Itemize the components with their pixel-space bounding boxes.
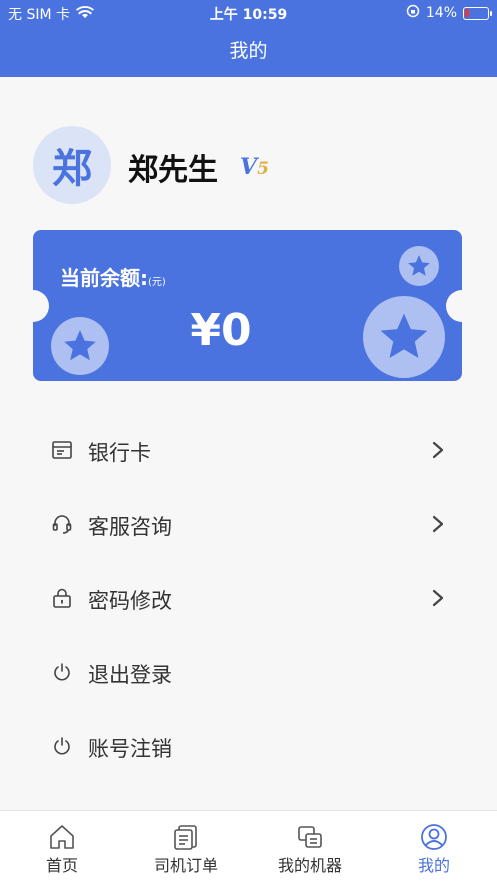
tab-driver-orders[interactable]: 司机订单	[124, 811, 248, 883]
star-icon	[363, 296, 445, 378]
user-icon	[420, 823, 448, 851]
card-notch-right	[446, 290, 462, 322]
tab-home[interactable]: 首页	[0, 811, 124, 883]
menu-item-label: 账号注销	[88, 737, 172, 761]
orientation-lock-icon	[406, 4, 420, 22]
chevron-right-icon	[432, 441, 444, 459]
tab-label: 首页	[45, 856, 78, 875]
menu-item-customer-service[interactable]: 客服咨询	[0, 487, 497, 561]
balance-label: 当前余额:(元)	[60, 266, 166, 290]
avatar[interactable]: 郑	[33, 126, 111, 204]
power-icon	[51, 735, 73, 757]
chevron-right-icon	[432, 515, 444, 533]
page-title: 我的	[229, 40, 268, 62]
vip-badge: V5	[240, 154, 269, 180]
battery-icon	[463, 6, 492, 20]
user-name: 郑先生	[128, 153, 218, 188]
status-bar: 无 SIM 卡 上午 10:59 14%	[0, 0, 497, 26]
headset-icon	[51, 513, 73, 535]
bottom-tab-bar: 首页 司机订单 我的机器 我的	[0, 810, 497, 883]
vip-level: 5	[257, 159, 269, 179]
menu-item-label: 密码修改	[88, 589, 172, 613]
tab-mine[interactable]: 我的	[372, 811, 496, 883]
tab-my-machines[interactable]: 我的机器	[248, 811, 372, 883]
power-icon	[51, 661, 73, 683]
menu-item-label: 银行卡	[88, 441, 151, 465]
home-icon	[48, 823, 76, 851]
bank-card-icon	[51, 439, 73, 461]
menu-item-label: 客服咨询	[88, 515, 172, 539]
order-icon	[172, 823, 200, 851]
tab-label: 我的	[417, 856, 450, 875]
machine-icon	[296, 823, 324, 851]
star-icon	[51, 317, 109, 375]
top-bar: 无 SIM 卡 上午 10:59 14% 我的	[0, 0, 497, 77]
menu-item-logout[interactable]: 退出登录	[0, 635, 497, 709]
menu-item-delete-account[interactable]: 账号注销	[0, 709, 497, 783]
menu-item-change-password[interactable]: 密码修改	[0, 561, 497, 635]
chevron-right-icon	[432, 589, 444, 607]
menu-item-label: 退出登录	[88, 663, 172, 687]
tab-label: 司机订单	[153, 856, 218, 875]
tab-label: 我的机器	[277, 856, 342, 875]
menu-item-bank-card[interactable]: 银行卡	[0, 413, 497, 487]
vip-prefix: V	[240, 154, 258, 180]
balance-card[interactable]: 当前余额:(元) ¥0	[33, 230, 462, 381]
star-icon	[399, 246, 439, 286]
battery-percent: 14%	[425, 5, 457, 21]
balance-unit: (元)	[148, 277, 166, 288]
lock-icon	[51, 587, 73, 609]
